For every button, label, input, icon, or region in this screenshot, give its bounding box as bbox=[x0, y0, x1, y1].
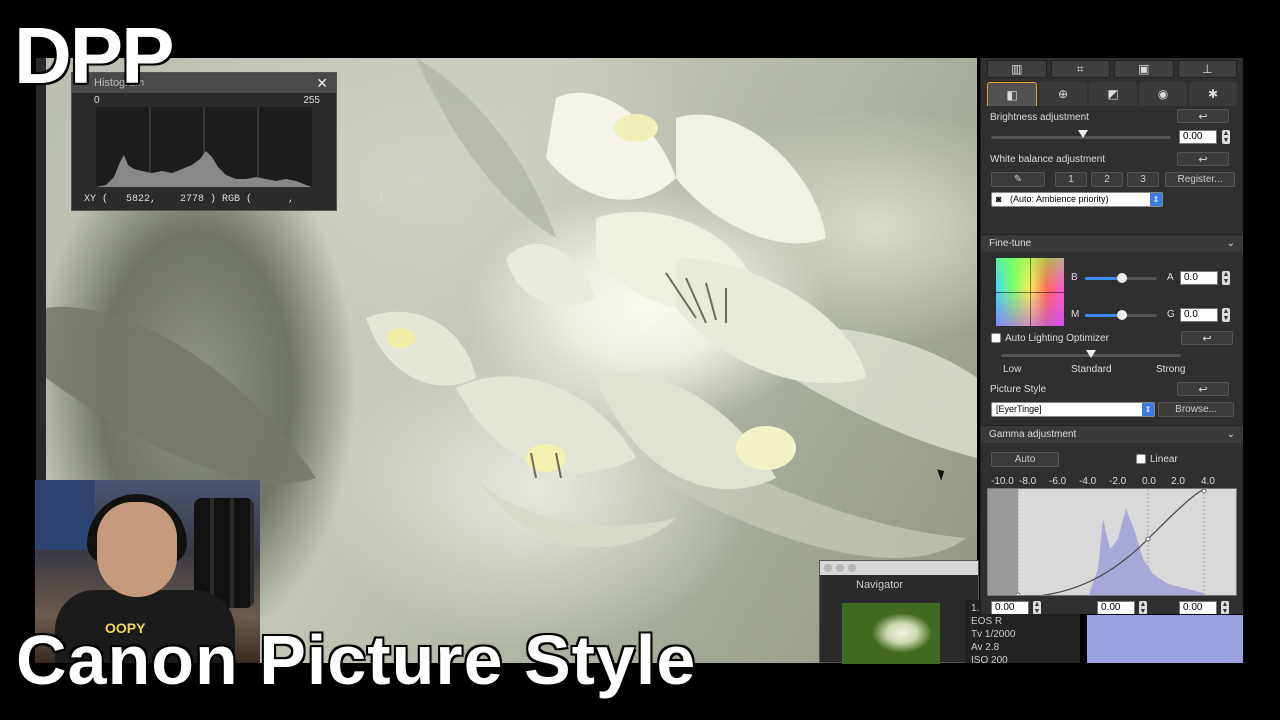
brightness-slider-thumb[interactable] bbox=[1078, 130, 1088, 138]
gamma-right-value[interactable]: 0.00 bbox=[1179, 601, 1217, 614]
dpp-title: DPP bbox=[14, 11, 174, 100]
window-zoom-icon[interactable] bbox=[848, 564, 856, 572]
navigator-titlebar[interactable] bbox=[820, 561, 978, 575]
aperture: Av 2.8 bbox=[971, 642, 1000, 653]
iso: ISO 200 bbox=[971, 655, 1008, 666]
wb-mode-select[interactable]: ◙ (Auto: Ambience priority) ⇕ bbox=[991, 192, 1163, 207]
gamma-curve-plot[interactable] bbox=[987, 488, 1237, 596]
white-balance-label: White balance adjustment bbox=[990, 154, 1106, 165]
picture-style-reset-button[interactable]: ↩ bbox=[1177, 382, 1229, 396]
wb-slot-3[interactable]: 3 bbox=[1127, 172, 1159, 187]
gamma-histogram bbox=[1088, 509, 1204, 595]
color-tab-icon[interactable]: ◉ bbox=[1139, 82, 1187, 106]
person-face bbox=[97, 502, 177, 597]
film-icon[interactable]: ▥ bbox=[987, 60, 1047, 78]
gamma-mid-value[interactable]: 0.00 bbox=[1097, 601, 1135, 614]
fine-tune-header[interactable]: Fine-tune ⌄ bbox=[981, 234, 1243, 252]
color-grid[interactable] bbox=[996, 258, 1064, 326]
collapse-icon[interactable]: ⌄ bbox=[1227, 235, 1235, 253]
crop-icon[interactable]: ⌗ bbox=[1050, 60, 1110, 78]
brightness-reset-button[interactable]: ↩ bbox=[1177, 109, 1229, 123]
gamma-tick: 0.0 bbox=[1142, 476, 1156, 487]
brightness-stepper[interactable]: ▲ ▼ bbox=[1222, 130, 1230, 144]
navigator-title: Navigator bbox=[856, 579, 904, 591]
shutter-speed: Tv 1/2000 bbox=[971, 629, 1016, 640]
gamma-tick: -10.0 bbox=[991, 476, 1014, 487]
fine-tune-m-label: M bbox=[1071, 309, 1080, 320]
gamma-left-stepper[interactable]: ▲ ▼ bbox=[1033, 601, 1041, 614]
gamma-tick: -4.0 bbox=[1079, 476, 1097, 487]
alo-slider-thumb[interactable] bbox=[1086, 350, 1096, 358]
histogram-readout: XY ( 5822, 2778 ) RGB ( , , ) bbox=[84, 194, 385, 205]
image-icon[interactable]: ▣ bbox=[1114, 60, 1174, 78]
wb-slot-2[interactable]: 2 bbox=[1091, 172, 1123, 187]
brightness-value[interactable]: 0.00 bbox=[1179, 130, 1217, 144]
alo-label: Auto Lighting Optimizer bbox=[1005, 333, 1109, 344]
stamp-icon[interactable]: ⊥ bbox=[1177, 60, 1237, 78]
register-button[interactable]: Register... bbox=[1165, 172, 1235, 187]
alo-standard-label: Standard bbox=[1071, 364, 1112, 375]
gamma-header[interactable]: Gamma adjustment ⌄ bbox=[981, 425, 1243, 443]
alo-reset-button[interactable]: ↩ bbox=[1181, 331, 1233, 345]
linear-label: Linear bbox=[1150, 454, 1178, 465]
gamma-label: Gamma adjustment bbox=[989, 429, 1077, 440]
histogram-scale-max: 255 bbox=[303, 95, 320, 106]
gamma-auto-button[interactable]: Auto bbox=[991, 452, 1059, 467]
close-icon[interactable]: ✕ bbox=[316, 75, 328, 92]
linear-checkbox[interactable] bbox=[1136, 454, 1146, 464]
detail-tab-icon[interactable]: ⊕ bbox=[1039, 82, 1087, 106]
settings-tab-icon[interactable]: ✱ bbox=[1189, 82, 1237, 106]
fine-tune-b-label: B bbox=[1071, 272, 1078, 283]
gamma-tick: -6.0 bbox=[1049, 476, 1067, 487]
eyedropper-icon[interactable]: ✎ bbox=[991, 172, 1045, 187]
video-title: Canon Picture Style bbox=[16, 621, 697, 699]
tool-toolbar: ▥ ⌗ ▣ ⊥ bbox=[981, 58, 1243, 80]
g-stepper[interactable]: ▲ ▼ bbox=[1222, 308, 1230, 322]
navigator-thumbnail[interactable] bbox=[842, 603, 940, 664]
tone-tab-icon[interactable]: ◩ bbox=[1089, 82, 1137, 106]
window-minimize-icon[interactable] bbox=[836, 564, 844, 572]
a-stepper[interactable]: ▲ ▼ bbox=[1222, 271, 1230, 285]
poster bbox=[35, 480, 95, 550]
ba-slider-thumb[interactable] bbox=[1117, 273, 1127, 283]
picture-style-label: Picture Style bbox=[990, 384, 1047, 395]
a-value[interactable]: 0.0 bbox=[1180, 271, 1218, 285]
histogram-plot bbox=[96, 107, 312, 187]
fine-tune-g-label: G bbox=[1167, 309, 1175, 320]
collapse-icon[interactable]: ⌄ bbox=[1227, 426, 1235, 444]
camera-model: EOS R bbox=[971, 616, 1003, 627]
gamma-tick: -8.0 bbox=[1019, 476, 1037, 487]
alo-strong-label: Strong bbox=[1156, 364, 1186, 375]
picture-style-select[interactable]: [EyerTinge] ⇕ bbox=[991, 402, 1155, 417]
palette-tabs: ◧ ⊕ ◩ ◉ ✱ bbox=[981, 82, 1243, 106]
picture-style-value: [EyerTinge] bbox=[996, 404, 1042, 414]
wb-slot-1[interactable]: 1 bbox=[1055, 172, 1087, 187]
gamma-right-stepper[interactable]: ▲ ▼ bbox=[1221, 601, 1229, 614]
gamma-tick: 4.0 bbox=[1201, 476, 1215, 487]
chevron-updown-icon: ⇕ bbox=[1142, 403, 1154, 416]
camera-icon: ◙ bbox=[996, 194, 1002, 204]
tool-palette: ▥ ⌗ ▣ ⊥ ◧ ⊕ ◩ ◉ ✱ Brightness adjustment … bbox=[980, 58, 1243, 614]
mg-slider-thumb[interactable] bbox=[1117, 310, 1127, 320]
fine-tune-a-label: A bbox=[1167, 272, 1174, 283]
chevron-updown-icon: ⇕ bbox=[1150, 193, 1162, 206]
basic-tab-icon[interactable]: ◧ bbox=[987, 82, 1037, 106]
fine-tune-label: Fine-tune bbox=[989, 238, 1032, 249]
gamma-mid-stepper[interactable]: ▲ ▼ bbox=[1139, 601, 1147, 614]
wb-mode-value: (Auto: Ambience priority) bbox=[1010, 194, 1109, 204]
alo-low-label: Low bbox=[1003, 364, 1022, 375]
window-close-icon[interactable] bbox=[824, 564, 832, 572]
histogram-curve bbox=[96, 151, 312, 187]
gamma-tick: -2.0 bbox=[1109, 476, 1127, 487]
navigator-window[interactable]: Navigator bbox=[819, 560, 979, 664]
brightness-label: Brightness adjustment bbox=[990, 112, 1089, 123]
gamma-left-value[interactable]: 0.00 bbox=[991, 601, 1029, 614]
gamma-tick: 2.0 bbox=[1171, 476, 1185, 487]
alo-checkbox[interactable] bbox=[991, 333, 1001, 343]
g-value[interactable]: 0.0 bbox=[1180, 308, 1218, 322]
browse-button[interactable]: Browse... bbox=[1158, 402, 1234, 417]
white-balance-reset-button[interactable]: ↩ bbox=[1177, 152, 1229, 166]
preview-strip bbox=[1087, 615, 1243, 663]
